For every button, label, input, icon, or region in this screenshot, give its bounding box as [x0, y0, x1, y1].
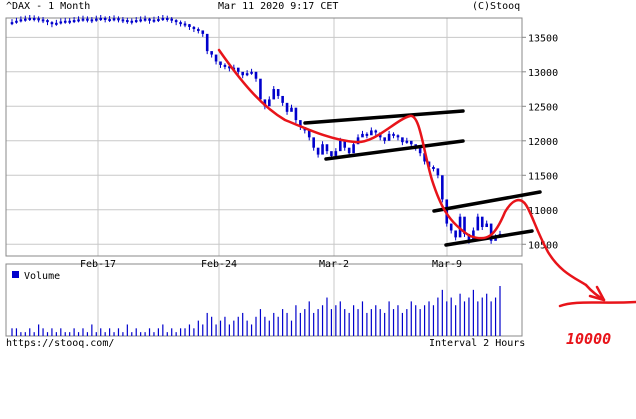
price-plot-frame — [5, 17, 523, 257]
x-tick-label: Mar-9 — [432, 259, 462, 270]
y-tick-label: 12000 — [528, 137, 558, 148]
y-tick-label: 13500 — [528, 33, 558, 44]
x-tick-label: Feb-24 — [201, 259, 237, 270]
price-candle — [259, 78, 262, 100]
projection-target-label: 10000 — [566, 330, 611, 348]
chart-symbol-title: ^DAX - 1 Month — [6, 1, 91, 12]
price-candle — [441, 175, 444, 200]
x-tick-label: Mar-2 — [319, 259, 349, 270]
channel-lower-line-1 — [324, 139, 465, 161]
volume-legend: Volume — [12, 271, 60, 282]
y-tick-label: 13000 — [528, 68, 558, 79]
chart-canvas: 10500110001150012000125001300013500 Feb-… — [5, 15, 636, 348]
chart-datetime: Mar 11 2020 9:17 CET — [218, 1, 339, 12]
y-tick-label: 11500 — [528, 171, 558, 182]
y-tick-label: 12500 — [528, 102, 558, 113]
projection-baseline-stroke — [558, 300, 636, 308]
trend-channel-lines — [303, 109, 542, 247]
interval-label: Interval 2 Hours — [429, 338, 526, 349]
volume-plot-frame — [5, 263, 523, 337]
source-url-link[interactable]: https://stooq.com/ — [6, 338, 114, 349]
chart-source: (C)Stooq — [472, 1, 521, 12]
chart-grid — [6, 18, 522, 336]
y-axis-ticks: 10500110001150012000125001300013500 — [522, 33, 558, 251]
x-tick-label: Feb-17 — [80, 259, 116, 270]
volume-legend-swatch — [12, 271, 19, 278]
volume-legend-label: Volume — [24, 271, 60, 282]
channel-upper-line-1 — [303, 109, 465, 125]
projection-annotation: 10000 — [217, 48, 636, 348]
volume-series — [11, 286, 501, 336]
